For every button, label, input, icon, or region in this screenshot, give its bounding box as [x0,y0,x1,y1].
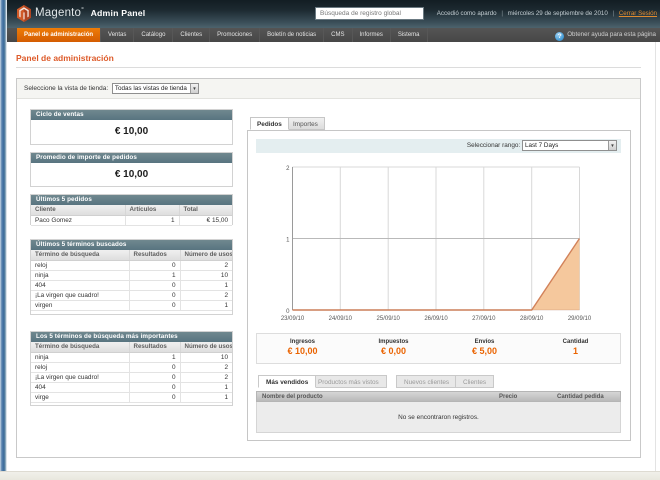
svg-text:25/09/10: 25/09/10 [377,316,401,322]
svg-text:23/09/10: 23/09/10 [281,316,305,322]
svg-text:2: 2 [286,166,290,172]
svg-text:29/09/10: 29/09/10 [568,316,592,322]
svg-text:24/09/10: 24/09/10 [329,316,353,322]
svg-text:0: 0 [286,309,290,315]
svg-text:27/09/10: 27/09/10 [472,316,496,322]
svg-text:28/09/10: 28/09/10 [520,316,544,322]
svg-text:26/09/10: 26/09/10 [424,316,448,322]
svg-text:1: 1 [286,238,290,244]
